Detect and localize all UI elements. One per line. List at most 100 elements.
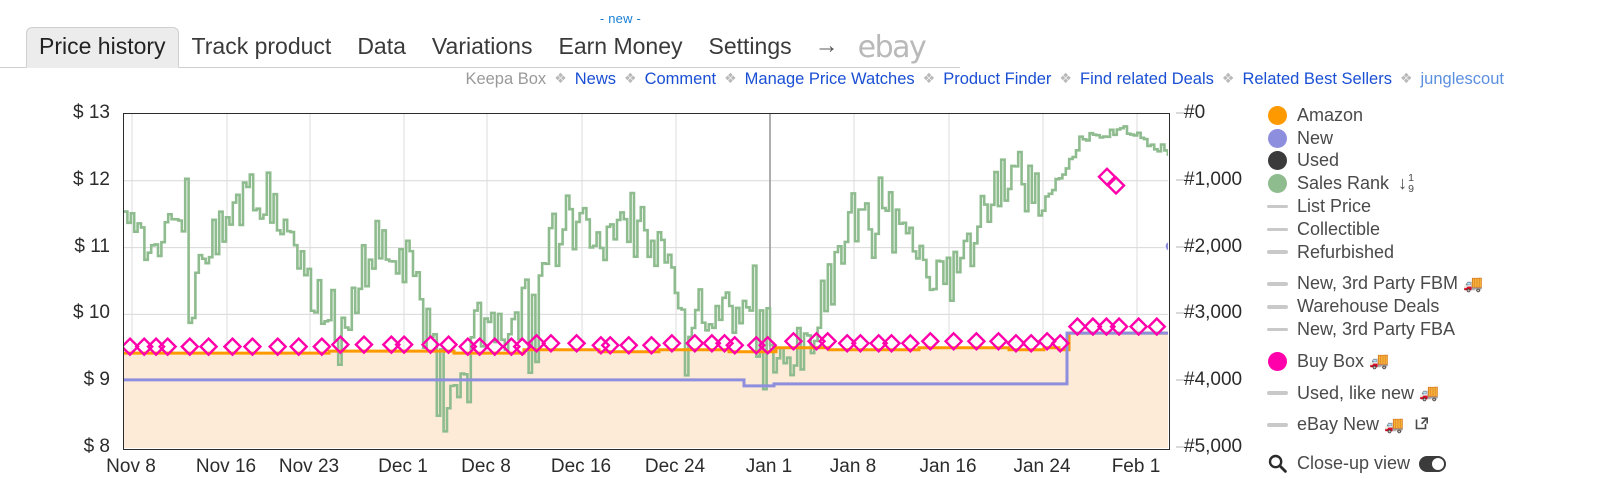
ebay-logo[interactable]: ebay xyxy=(844,24,939,68)
legend-item-used[interactable]: Used xyxy=(1262,150,1600,173)
keepa-price-history-page: Price history Track product Data Variati… xyxy=(0,0,1600,504)
arrow-right-icon: → xyxy=(804,26,845,68)
legend-item-list-price[interactable]: List Price xyxy=(1262,195,1600,218)
keepa-box-subnav: Keepa Box ❖ News ❖ Comment ❖ Manage Pric… xyxy=(465,70,1504,89)
legend-item-new-3rd-party-fba[interactable]: New, 3rd Party FBA xyxy=(1262,318,1600,341)
x-axis-tick-date: Jan 8 xyxy=(829,456,877,477)
close-up-view-control[interactable]: Close-up view xyxy=(1262,453,1600,474)
x-axis-tick-date: Jan 16 xyxy=(919,456,977,477)
legend-swatch xyxy=(1267,151,1287,171)
tab-variations-label: Variations xyxy=(431,32,533,59)
chart-plot-area[interactable] xyxy=(123,113,1170,450)
subnav-link-find-related-deals[interactable]: Find related Deals xyxy=(1080,70,1214,89)
y-axis-tick-price: $ 13 xyxy=(73,102,110,123)
tab-settings[interactable]: Settings xyxy=(695,27,805,68)
tab-data-label: Data xyxy=(357,32,406,59)
legend-item-sales-rank[interactable]: Sales Rank ↓ 1 9 xyxy=(1262,172,1600,195)
legend-item-label: Sales Rank xyxy=(1297,173,1390,194)
tab-track-product-label: Track product xyxy=(191,32,332,59)
legend-swatch xyxy=(1267,128,1287,148)
legend-item-ebay-new[interactable]: eBay New 🚚 xyxy=(1262,414,1600,437)
tab-variations[interactable]: Variations xyxy=(418,27,546,68)
legend-swatch xyxy=(1266,423,1288,427)
close-up-view-label: Close-up view xyxy=(1297,453,1411,474)
x-axis-tick-date: Dec 16 xyxy=(550,456,612,477)
subnav-link-news[interactable]: News xyxy=(575,70,616,89)
legend-dot-icon xyxy=(1262,105,1292,125)
legend-swatch xyxy=(1266,327,1288,332)
legend-swatch xyxy=(1267,351,1287,371)
legend-item-amazon[interactable]: Amazon xyxy=(1262,104,1600,127)
legend-item-warehouse-deals[interactable]: Warehouse Deals xyxy=(1262,295,1600,318)
x-axis-tick-date: Nov 23 xyxy=(278,456,340,477)
close-up-view-toggle[interactable] xyxy=(1419,455,1447,472)
legend-swatch xyxy=(1266,391,1288,395)
legend-item-label: Used, like new xyxy=(1297,382,1415,403)
legend-item-label: Collectible xyxy=(1297,218,1381,239)
subnav-link-product-finder[interactable]: Product Finder xyxy=(943,70,1051,89)
subnav-separator-icon: ❖ xyxy=(554,70,567,86)
tab-price-history[interactable]: Price history xyxy=(26,26,179,68)
legend-item-label: Buy Box xyxy=(1297,350,1365,371)
legend-item-label: Refurbished xyxy=(1297,241,1395,262)
y-axis-tick-sales-rank: #3,000 xyxy=(1184,302,1243,324)
shipping-truck-icon: 🚚 xyxy=(1384,416,1404,434)
y-axis-tick-sales-rank: #0 xyxy=(1184,102,1206,123)
legend-line-icon xyxy=(1262,327,1292,332)
ebay-logo-text: ebay xyxy=(857,29,927,65)
legend-item-label: List Price xyxy=(1297,196,1372,217)
x-axis-tick-date: Jan 24 xyxy=(1013,456,1071,477)
search-icon xyxy=(1262,453,1292,474)
legend-swatch xyxy=(1266,227,1288,232)
tab-earn-money-new-badge: - new - xyxy=(599,10,642,26)
legend-item-label: Warehouse Deals xyxy=(1297,296,1440,317)
legend-item-label: New xyxy=(1297,127,1334,148)
external-link-icon[interactable] xyxy=(1414,414,1431,436)
legend-swatch xyxy=(1266,204,1288,209)
y-axis-tick-price: $ 12 xyxy=(73,168,110,190)
subnav-separator-icon: ❖ xyxy=(724,70,737,86)
chart-legend: Amazon New Used Sales Rank ↓ 1 9 List Price Coll… xyxy=(1262,104,1600,504)
arrow-right-glyph: → xyxy=(814,31,839,59)
y-axis-price: $ 13 $ 12 $ 11 $ 10 $ 9 $ 8 xyxy=(0,100,118,460)
legend-line-icon xyxy=(1262,204,1292,209)
keepa-box-label: Keepa Box xyxy=(465,70,547,88)
legend-item-label: Used xyxy=(1297,150,1340,171)
y-axis-tick-price: $ 9 xyxy=(83,369,110,391)
legend-line-icon xyxy=(1262,282,1292,286)
subnav-link-manage-price-watches[interactable]: Manage Price Watches xyxy=(745,70,915,89)
legend-dot-icon xyxy=(1262,128,1292,148)
tab-data[interactable]: Data xyxy=(344,27,419,68)
legend-item-new-3rd-party-fbm[interactable]: New, 3rd Party FBM 🚚 xyxy=(1262,273,1600,296)
toggle-knob xyxy=(1432,457,1445,470)
legend-dot-icon xyxy=(1262,151,1292,171)
rank-fraction-numerator: 1 xyxy=(1408,172,1414,185)
shipping-truck-icon: 🚚 xyxy=(1463,275,1483,293)
legend-line-icon xyxy=(1262,391,1292,395)
subnav-link-comment[interactable]: Comment xyxy=(645,70,717,89)
tab-bar-left-spacer xyxy=(0,25,26,68)
legend-line-icon xyxy=(1262,227,1292,232)
x-axis-tick-date: Nov 16 xyxy=(195,456,257,477)
tab-settings-label: Settings xyxy=(708,32,792,59)
legend-item-refurbished[interactable]: Refurbished xyxy=(1262,241,1600,264)
sales-rank-drop-icon: ↓ 1 9 xyxy=(1398,173,1414,194)
tab-earn-money[interactable]: - new - Earn Money xyxy=(545,11,696,68)
rank-fraction-denominator: 9 xyxy=(1408,182,1414,195)
legend-item-new[interactable]: New xyxy=(1262,127,1600,150)
legend-item-collectible[interactable]: Collectible xyxy=(1262,218,1600,241)
tab-price-history-label: Price history xyxy=(39,32,166,59)
x-axis-tick-date: Jan 1 xyxy=(745,456,793,477)
x-axis-tick-date: Nov 8 xyxy=(106,456,156,477)
arrow-down-icon: ↓ xyxy=(1398,173,1408,194)
legend-line-icon xyxy=(1262,250,1292,254)
subnav-separator-icon: ❖ xyxy=(624,70,637,86)
legend-dot-icon xyxy=(1262,174,1292,194)
legend-line-icon xyxy=(1262,423,1292,427)
legend-item-buy-box[interactable]: Buy Box 🚚 xyxy=(1262,350,1600,373)
x-axis-tick-date: Dec 8 xyxy=(461,456,511,477)
subnav-link-junglescout[interactable]: junglescout xyxy=(1421,70,1504,89)
subnav-link-related-best-sellers[interactable]: Related Best Sellers xyxy=(1242,70,1392,89)
legend-item-used-like-new[interactable]: Used, like new 🚚 xyxy=(1262,382,1600,405)
tab-track-product[interactable]: Track product xyxy=(178,27,345,68)
